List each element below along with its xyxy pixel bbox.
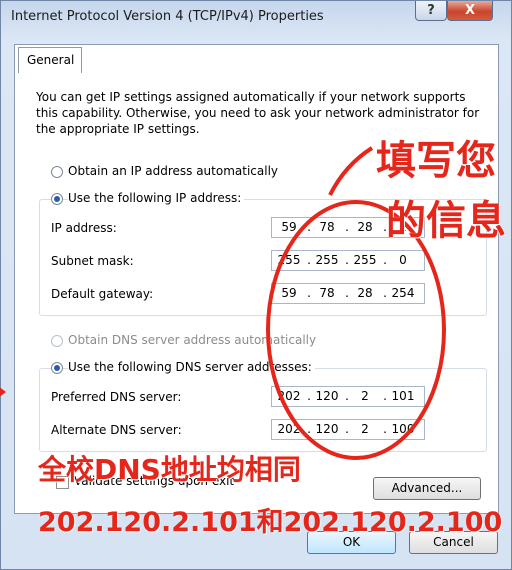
- annotation-dns-same: 全校DNS地址均相同: [38, 453, 301, 486]
- annotation-fill-info-2: 的信息: [386, 198, 506, 244]
- annotation-dns-values: 202.120.2.101和202.120.2.100: [38, 507, 503, 538]
- annotation-edge-mark: [0, 387, 6, 397]
- annotation-pointer-line: [328, 146, 374, 196]
- annotation-fill-info-1: 填写您: [376, 138, 496, 184]
